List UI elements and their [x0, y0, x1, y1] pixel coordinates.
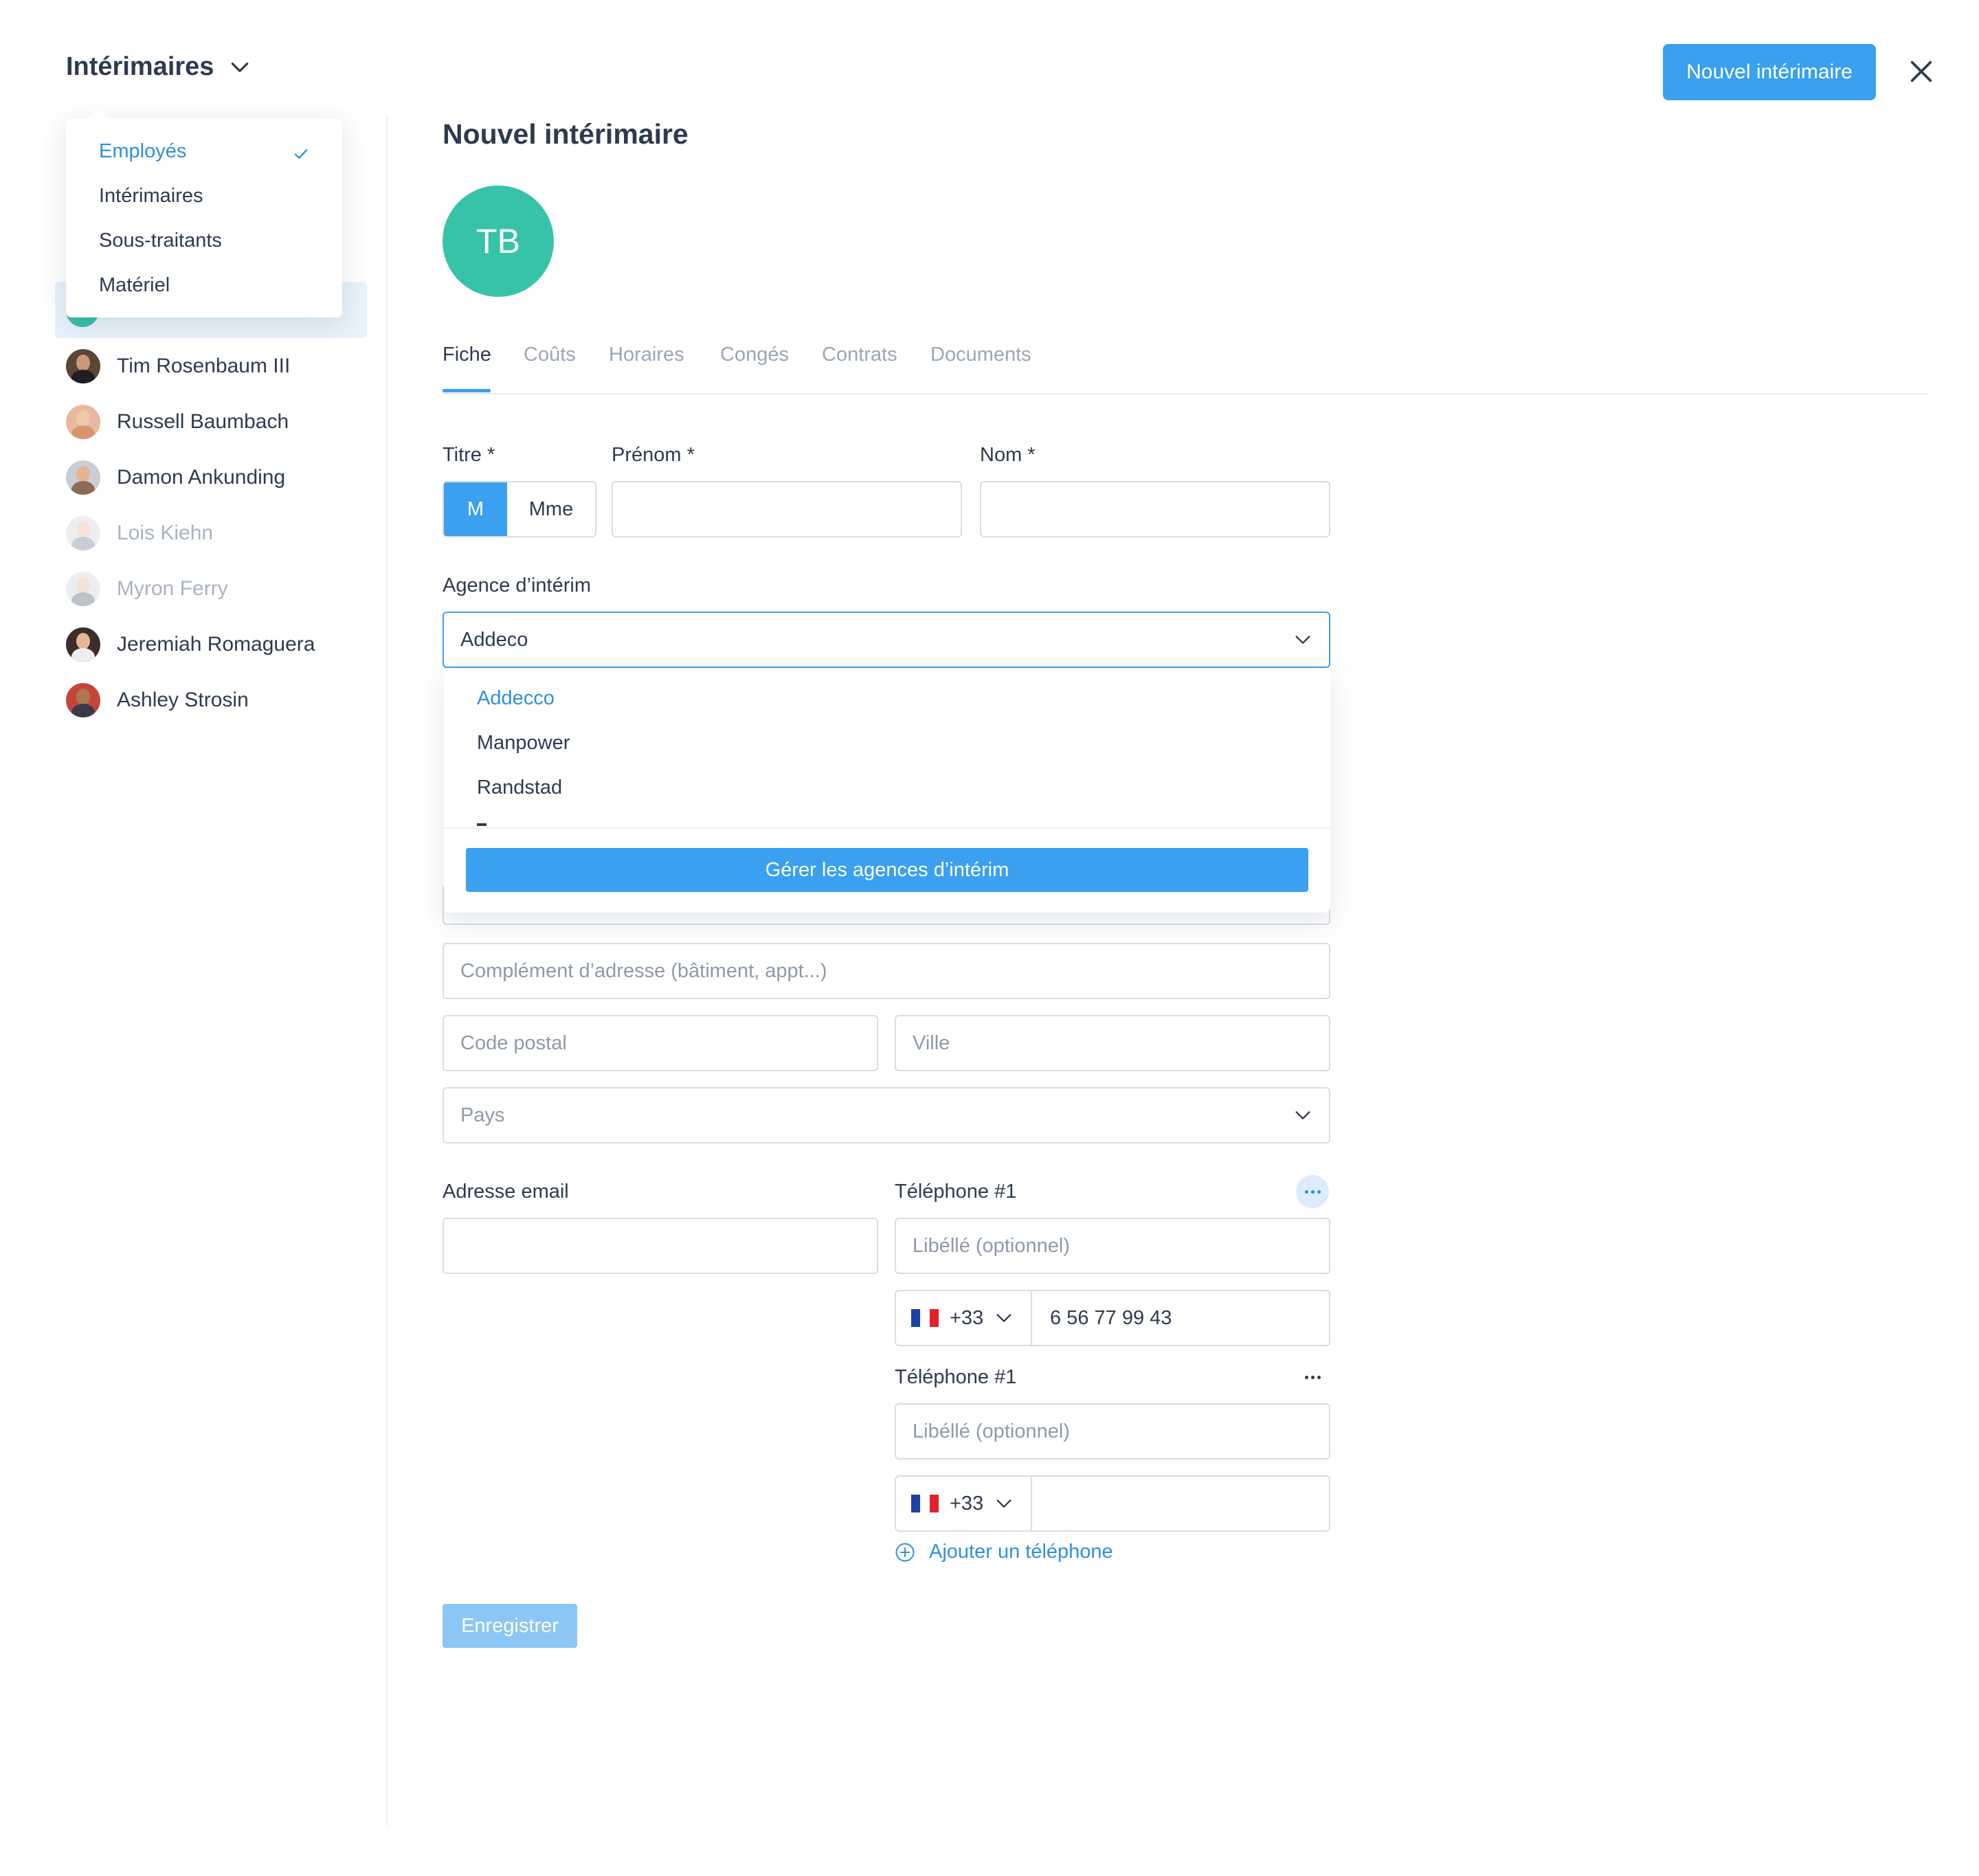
- phone-1-label-input[interactable]: Libéllé (optionnel): [895, 1218, 1330, 1274]
- country-placeholder: Pays: [460, 1104, 505, 1126]
- phone-1-number-input[interactable]: 6 56 77 99 43: [1032, 1291, 1329, 1345]
- france-flag-icon: [911, 1495, 939, 1512]
- phone-2-country-select[interactable]: +33: [896, 1477, 1032, 1530]
- agency-dropdown-menu: Addecco Manpower Randstad Gérer les agen…: [444, 668, 1330, 913]
- phone-1-country-select[interactable]: +33: [896, 1291, 1032, 1345]
- person-name: Russell Baumbach: [117, 410, 289, 433]
- section-switcher[interactable]: Intérimaires: [66, 52, 251, 82]
- titre-option-mme[interactable]: Mme: [507, 482, 595, 536]
- phone-2-label-placeholder: Libéllé (optionnel): [913, 1420, 1070, 1442]
- avatar: [66, 460, 100, 495]
- more-options-icon[interactable]: [1296, 1175, 1329, 1208]
- tab-fiche[interactable]: Fiche: [443, 344, 491, 366]
- address-complement-placeholder: Complément d’adresse (bâtiment, appt...): [460, 959, 827, 982]
- titre-label: Titre *: [443, 444, 495, 466]
- postal-code-input[interactable]: Code postal: [443, 1015, 878, 1071]
- person-item[interactable]: Damon Ankunding: [66, 460, 285, 495]
- address-complement-input[interactable]: Complément d’adresse (bâtiment, appt...): [443, 943, 1330, 999]
- save-button[interactable]: Enregistrer: [443, 1604, 577, 1648]
- nom-label: Nom *: [980, 444, 1036, 466]
- titre-toggle: M Mme: [443, 481, 596, 537]
- avatar: [66, 683, 100, 717]
- section-title: Intérimaires: [66, 52, 214, 81]
- chevron-down-icon: [1295, 636, 1310, 644]
- avatar: [66, 349, 100, 383]
- phone-1-prefix: +33: [950, 1306, 984, 1329]
- person-name: Tim Rosenbaum III: [117, 355, 291, 377]
- email-label: Adresse email: [443, 1181, 569, 1203]
- person-item[interactable]: Tim Rosenbaum III: [66, 349, 290, 383]
- prenom-input[interactable]: [612, 481, 962, 537]
- person-name: Damon Ankunding: [117, 466, 286, 489]
- active-tab-indicator: [443, 389, 491, 392]
- tab-couts[interactable]: Coûts: [524, 344, 576, 366]
- avatar: [66, 405, 100, 439]
- email-input[interactable]: [443, 1218, 878, 1274]
- tab-documents[interactable]: Documents: [930, 344, 1031, 366]
- agency-option-randstad[interactable]: Randstad: [477, 777, 562, 799]
- person-name: Ashley Strosin: [117, 689, 249, 711]
- type-option-interimaires[interactable]: Intérimaires: [99, 185, 203, 208]
- chevron-down-icon: [996, 1499, 1011, 1508]
- tab-conges[interactable]: Congés: [720, 344, 789, 366]
- prenom-label: Prénom *: [612, 444, 695, 466]
- city-placeholder: Ville: [913, 1031, 950, 1054]
- sidebar-divider: [386, 115, 388, 1827]
- agency-value: Addeco: [460, 628, 528, 651]
- type-dropdown-menu: Employés Intérimaires Sous-traitants Mat…: [66, 108, 342, 317]
- agency-option-addecco[interactable]: Addecco: [477, 687, 555, 710]
- plus-circle-icon: [895, 1543, 915, 1561]
- phone-2-number-input[interactable]: [1032, 1477, 1329, 1530]
- chevron-down-icon: [996, 1314, 1011, 1322]
- agency-label: Agence d’intérim: [443, 574, 591, 596]
- chevron-down-icon: [232, 62, 249, 72]
- manage-agencies-button[interactable]: Gérer les agences d’intérim: [466, 848, 1308, 892]
- menu-divider: [444, 827, 1330, 829]
- phone-2-label: Téléphone #1: [895, 1366, 1017, 1388]
- agency-option-manpower[interactable]: Manpower: [477, 732, 570, 755]
- menu-caret: [87, 108, 108, 129]
- nom-input[interactable]: [980, 481, 1330, 537]
- check-icon: [294, 149, 308, 159]
- person-item[interactable]: Russell Baumbach: [66, 405, 289, 439]
- avatar: [66, 572, 100, 606]
- phone-2-row: +33: [895, 1475, 1330, 1532]
- type-option-materiel[interactable]: Matériel: [99, 274, 170, 297]
- person-name: Jeremiah Romaguera: [117, 633, 315, 656]
- person-item[interactable]: Jeremiah Romaguera: [66, 627, 315, 662]
- agency-option-partial: [477, 823, 487, 826]
- person-item[interactable]: Lois Kiehn: [66, 516, 213, 550]
- agency-select[interactable]: Addeco: [443, 612, 1330, 668]
- chevron-down-icon: [1295, 1111, 1310, 1119]
- type-option-employes[interactable]: Employés: [99, 140, 186, 163]
- new-temp-worker-button[interactable]: Nouvel intérimaire: [1663, 44, 1876, 100]
- titre-option-m[interactable]: M: [444, 482, 507, 536]
- france-flag-icon: [911, 1309, 939, 1327]
- more-options-icon[interactable]: [1296, 1361, 1329, 1394]
- avatar: [66, 627, 100, 662]
- phone-1-label: Téléphone #1: [895, 1181, 1017, 1203]
- add-phone-link[interactable]: Ajouter un téléphone: [895, 1541, 1113, 1563]
- phone-2-label-input[interactable]: Libéllé (optionnel): [895, 1403, 1330, 1460]
- phone-2-prefix: +33: [950, 1492, 984, 1515]
- avatar: [66, 516, 100, 550]
- page-title: Nouvel intérimaire: [443, 118, 689, 150]
- phone-1-label-placeholder: Libéllé (optionnel): [913, 1234, 1070, 1257]
- person-name: Myron Ferry: [117, 577, 228, 600]
- tab-contrats[interactable]: Contrats: [822, 344, 897, 366]
- phone-1-row: +33 6 56 77 99 43: [895, 1290, 1330, 1346]
- type-option-sous-traitants[interactable]: Sous-traitants: [99, 230, 222, 252]
- country-select[interactable]: Pays: [443, 1087, 1330, 1143]
- person-item[interactable]: Ashley Strosin: [66, 683, 249, 717]
- avatar-initials: TB: [476, 222, 520, 260]
- close-icon[interactable]: [1908, 58, 1935, 85]
- person-name: Lois Kiehn: [117, 522, 214, 544]
- add-phone-label: Ajouter un téléphone: [929, 1541, 1113, 1563]
- city-input[interactable]: Ville: [895, 1015, 1330, 1071]
- postal-code-placeholder: Code postal: [460, 1031, 567, 1054]
- tab-bar: Fiche Coûts Horaires Congés Contrats Doc…: [443, 344, 1928, 394]
- profile-avatar[interactable]: TB: [443, 186, 554, 297]
- person-item[interactable]: Myron Ferry: [66, 572, 228, 606]
- tab-horaires[interactable]: Horaires: [609, 344, 684, 366]
